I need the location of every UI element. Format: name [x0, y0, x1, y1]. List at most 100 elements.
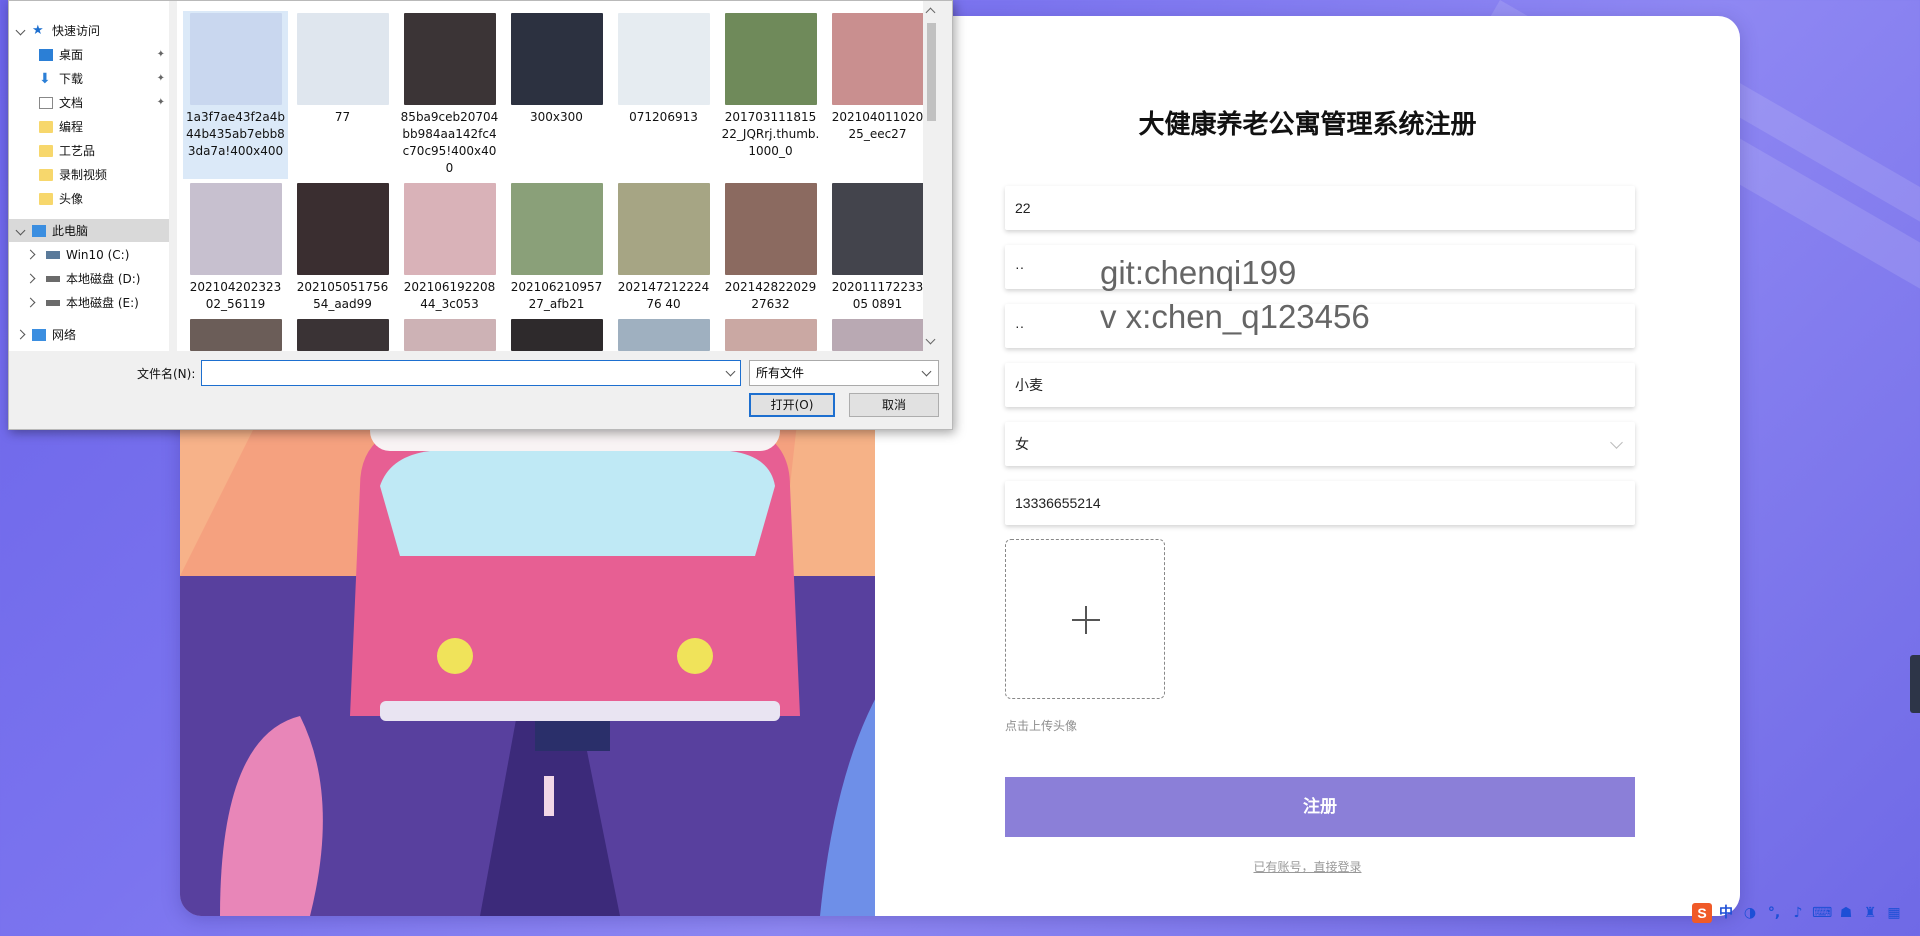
file-thumbnail[interactable]	[511, 319, 603, 351]
nav-folder-avatars[interactable]: 头像	[9, 187, 169, 210]
name-input[interactable]: 小麦	[1005, 363, 1635, 407]
file-type-select[interactable]: 所有文件	[749, 360, 939, 386]
file-thumbnail	[296, 13, 389, 105]
desktop-icon	[39, 48, 53, 61]
windows-drive-icon	[46, 250, 60, 259]
drive-icon	[46, 275, 60, 282]
file-name: 20170311181522_JQRrj.thumb.1000_0	[721, 110, 820, 158]
file-thumbnail	[617, 13, 710, 105]
avatar-upload[interactable]	[1005, 539, 1165, 699]
user-icon[interactable]: ☗	[1836, 903, 1856, 923]
nav-documents[interactable]: 文档 ✦	[9, 91, 169, 114]
folder-icon	[39, 168, 53, 181]
chevron-down-icon[interactable]	[725, 366, 736, 377]
file-tile[interactable]: 20214721222476 40	[611, 181, 716, 311]
nav-folder-recordings[interactable]: 录制视频	[9, 163, 169, 186]
ime-logo-icon[interactable]: S	[1692, 903, 1712, 923]
nav-desktop[interactable]: 桌面 ✦	[9, 43, 169, 66]
file-tile[interactable]: 20210619220844_3c053	[397, 181, 502, 311]
file-tile[interactable]: 071206913	[611, 11, 716, 179]
file-thumbnail	[724, 183, 817, 275]
filename-input[interactable]	[201, 360, 741, 386]
nav-label: 工艺品	[59, 144, 96, 158]
file-thumbnail	[403, 183, 496, 275]
nav-drive-d[interactable]: 本地磁盘 (D:)	[9, 267, 169, 290]
nav-label: 快速访问	[52, 24, 101, 38]
watermark-line: git:chenqi199	[1100, 254, 1297, 291]
nav-drive-e[interactable]: 本地磁盘 (E:)	[9, 291, 169, 314]
punctuation-icon[interactable]: °,	[1764, 903, 1784, 923]
keyboard-icon[interactable]: ⌨	[1812, 903, 1832, 923]
document-icon	[39, 96, 53, 109]
account-input[interactable]: 22	[1005, 186, 1635, 230]
scrollbar-thumb[interactable]	[927, 23, 936, 121]
nav-label: 编程	[59, 120, 84, 134]
open-button[interactable]: 打开(O)	[749, 393, 835, 417]
moon-icon[interactable]: ◑	[1740, 903, 1760, 923]
file-name: 071206913	[629, 110, 698, 124]
shirt-icon[interactable]: ♜	[1860, 903, 1880, 923]
side-handle[interactable]	[1910, 655, 1920, 713]
file-name: 20201117223305 0891	[831, 280, 924, 311]
file-tile[interactable]: 20210420232302_56119	[183, 181, 288, 311]
pin-icon: ✦	[156, 97, 165, 108]
nav-folder-programming[interactable]: 编程	[9, 115, 169, 138]
file-thumbnail[interactable]	[832, 319, 924, 351]
file-tile[interactable]: 77	[290, 11, 395, 179]
phone-input[interactable]: 13336655214	[1005, 481, 1635, 525]
folder-icon	[39, 192, 53, 205]
system-tray: S 中 ◑ °, ♪ ⌨ ☗ ♜ ▦	[1692, 898, 1920, 928]
file-tile[interactable]: 20210401102025_eec27	[825, 11, 930, 179]
nav-label: 网络	[52, 328, 77, 342]
file-thumbnail	[189, 13, 282, 105]
nav-label: Win10 (C:)	[66, 247, 130, 262]
nav-drive-c[interactable]: Win10 (C:)	[9, 243, 169, 266]
file-thumbnail	[510, 13, 603, 105]
nav-this-pc[interactable]: 此电脑	[9, 219, 169, 242]
file-thumbnail[interactable]	[190, 319, 282, 351]
file-name: 85ba9ceb20704bb984aa142fc4c70c95!400x400	[400, 110, 499, 175]
file-thumbnail	[296, 183, 389, 275]
file-tile[interactable]: 20214282202927632	[718, 181, 823, 311]
chevron-right-icon	[25, 297, 36, 308]
nav-label: 录制视频	[59, 168, 108, 182]
file-tile[interactable]: 20210621095727_afb21	[504, 181, 609, 311]
pin-icon: ✦	[156, 49, 165, 60]
upload-hint: 点击上传头像	[1005, 719, 1078, 733]
file-thumbnail	[831, 13, 924, 105]
file-thumbnail[interactable]	[297, 319, 389, 351]
nav-label: 本地磁盘 (D:)	[66, 272, 141, 286]
grid-icon[interactable]: ▦	[1884, 903, 1904, 923]
nav-label: 桌面	[59, 48, 84, 62]
file-name: 20214721222476 40	[617, 280, 710, 311]
file-list: 1a3f7ae43f2a4b44b435ab7ebb83da7a!400x400…	[177, 1, 940, 351]
cancel-button[interactable]: 取消	[849, 393, 939, 417]
file-name: 1a3f7ae43f2a4b44b435ab7ebb83da7a!400x400	[186, 110, 285, 158]
scroll-down-icon[interactable]	[925, 334, 936, 345]
file-name: 20214282202927632	[724, 280, 817, 311]
nav-downloads[interactable]: ⬇ 下载 ✦	[9, 67, 169, 90]
file-thumbnail[interactable]	[725, 319, 817, 351]
file-tile[interactable]: 1a3f7ae43f2a4b44b435ab7ebb83da7a!400x400	[183, 11, 288, 179]
file-tile[interactable]: 20170311181522_JQRrj.thumb.1000_0	[718, 11, 823, 179]
nav-quick-access[interactable]: ★ 快速访问	[9, 19, 169, 42]
file-thumbnail[interactable]	[404, 319, 496, 351]
login-link[interactable]: 已有账号，直接登录	[875, 858, 1740, 875]
nav-label: 此电脑	[52, 224, 89, 238]
file-tile[interactable]: 300x300	[504, 11, 609, 179]
scrollbar[interactable]	[923, 1, 940, 351]
file-name: 20210401102025_eec27	[831, 110, 924, 141]
file-tile[interactable]: 85ba9ceb20704bb984aa142fc4c70c95!400x400	[397, 11, 502, 179]
nav-network[interactable]: 网络	[9, 323, 169, 346]
microphone-icon[interactable]: ♪	[1788, 903, 1808, 923]
folder-icon	[39, 120, 53, 133]
scroll-up-icon[interactable]	[925, 7, 936, 18]
register-button[interactable]: 注册	[1005, 777, 1635, 837]
ime-mode-toggle[interactable]: 中	[1716, 903, 1736, 923]
nav-folder-crafts[interactable]: 工艺品	[9, 139, 169, 162]
gender-select[interactable]: 女	[1005, 422, 1635, 466]
file-thumbnail[interactable]	[618, 319, 710, 351]
chevron-right-icon	[15, 329, 26, 340]
file-tile[interactable]: 20201117223305 0891	[825, 181, 930, 311]
file-tile[interactable]: 20210505175654_aad99	[290, 181, 395, 311]
